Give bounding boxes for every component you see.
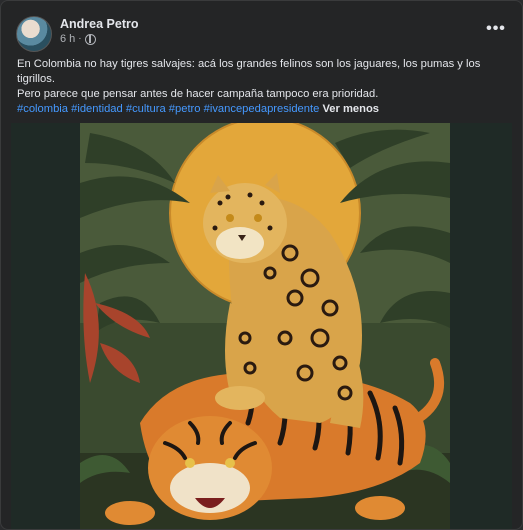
post-time[interactable]: 6 h — [60, 32, 75, 46]
post-meta: 6 h · — [60, 32, 139, 46]
hashtag-link[interactable]: #identidad — [71, 103, 123, 115]
post-text-line-2: Pero parece que pensar antes de hacer ca… — [17, 88, 379, 100]
author-avatar[interactable] — [16, 16, 52, 52]
hashtag-link[interactable]: #ivancepedapresidente — [204, 103, 320, 115]
globe-icon — [84, 33, 96, 45]
post-header: Andrea Petro 6 h · — [16, 16, 139, 52]
jaguar-tiger-illustration — [80, 123, 450, 529]
post-hashtags: #colombia #identidad #cultura #petro #iv… — [17, 102, 512, 117]
hashtag-link[interactable]: #cultura — [126, 103, 166, 115]
author-info: Andrea Petro 6 h · — [60, 16, 139, 46]
author-name[interactable]: Andrea Petro — [60, 16, 139, 32]
facebook-post: Andrea Petro 6 h · ••• En Colombia no ha… — [0, 0, 523, 530]
post-text-line-1: En Colombia no hay tigres salvajes: acá … — [17, 58, 481, 85]
more-options-icon[interactable]: ••• — [484, 19, 508, 39]
post-text: En Colombia no hay tigres salvajes: acá … — [17, 57, 512, 117]
see-less-button[interactable]: Ver menos — [322, 103, 379, 115]
hashtag-link[interactable]: #colombia — [17, 103, 68, 115]
hashtag-link[interactable]: #petro — [169, 103, 201, 115]
meta-separator: · — [78, 33, 82, 44]
post-image[interactable] — [11, 123, 512, 529]
